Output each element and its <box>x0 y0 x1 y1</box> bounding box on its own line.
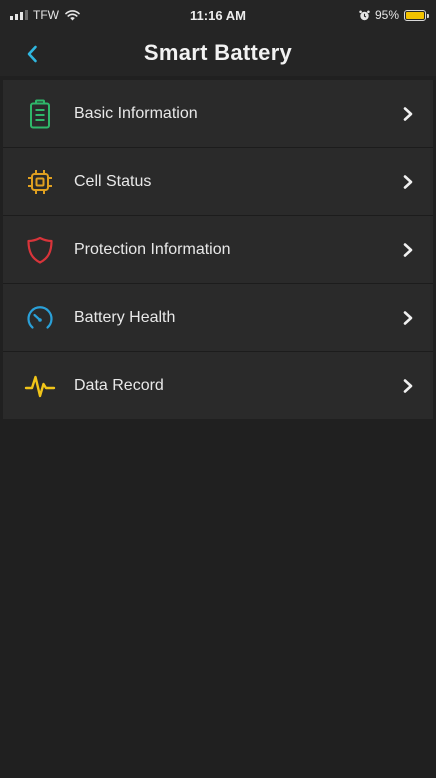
chevron-right-icon <box>401 173 415 191</box>
menu-item-label: Data Record <box>74 376 164 394</box>
battery-fill <box>406 11 424 19</box>
battery-icon <box>23 97 57 131</box>
menu-item-label: Protection Information <box>74 240 231 258</box>
alarm-icon <box>359 10 370 21</box>
shield-icon <box>23 233 57 267</box>
cell-chip-icon <box>23 165 57 199</box>
chevron-right-icon <box>401 377 415 395</box>
pulse-icon <box>23 369 57 403</box>
gauge-icon <box>23 301 57 335</box>
navigation-bar: Smart Battery <box>0 30 436 76</box>
status-battery-icon <box>404 9 429 21</box>
page-title: Smart Battery <box>143 40 293 65</box>
chevron-right-icon <box>401 309 415 327</box>
chevron-right-icon <box>401 105 415 123</box>
empty-content-area <box>3 422 433 776</box>
menu-item-label: Basic Information <box>74 104 198 122</box>
menu-item-cell-status[interactable]: Cell Status <box>3 148 433 216</box>
chevron-right-icon <box>401 241 415 259</box>
menu-item-data-record[interactable]: Data Record <box>3 352 433 419</box>
menu-item-battery-health[interactable]: Battery Health <box>3 284 433 352</box>
app-screen: TFW 11:16 AM 95% Smart Battery Basic Inf… <box>0 0 436 778</box>
menu-item-label: Battery Health <box>74 308 176 326</box>
battery-percent: 95% <box>374 8 399 22</box>
status-right: 95% <box>359 8 429 22</box>
status-bar: TFW 11:16 AM 95% <box>0 0 436 30</box>
menu-item-protection-information[interactable]: Protection Information <box>3 216 433 284</box>
menu-list: Basic Information Cell Status Protection… <box>3 80 433 419</box>
menu-item-label: Cell Status <box>74 172 152 190</box>
menu-item-basic-information[interactable]: Basic Information <box>3 80 433 148</box>
